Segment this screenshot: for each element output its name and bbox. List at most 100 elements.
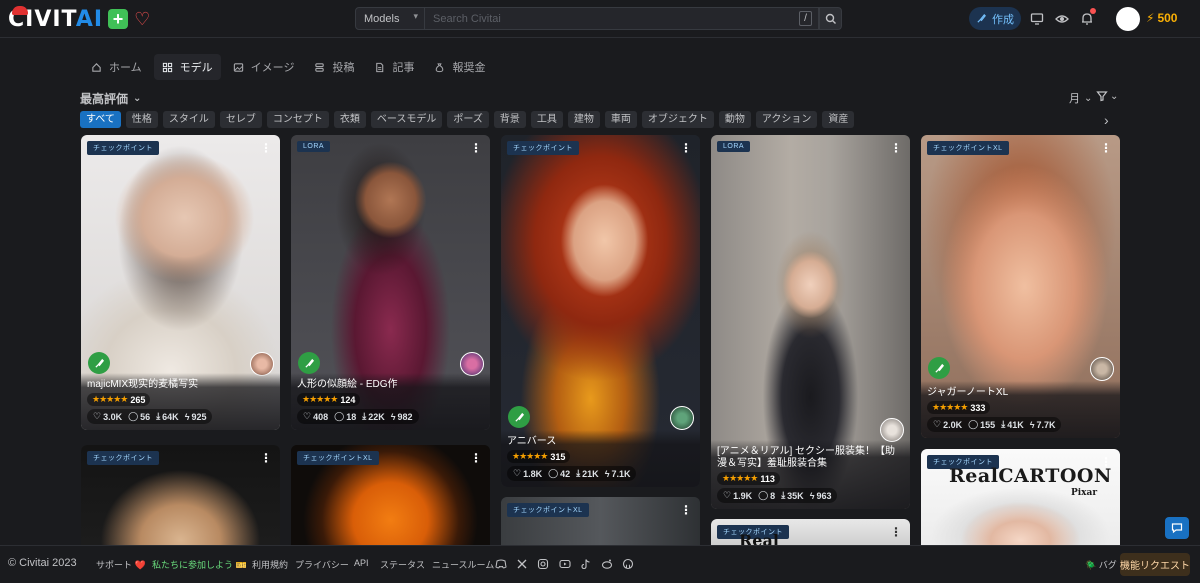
- search-scope-select[interactable]: Models ▾: [355, 7, 425, 30]
- model-card[interactable]: チェックポイント ⋮: [81, 445, 280, 545]
- downloads-stat: ⤓ 21K: [576, 468, 599, 479]
- model-stats: ♡ 1.8K ◯ 42 ⤓ 21K ϟ 7.1K: [507, 466, 637, 481]
- model-stats: ♡ 3.0K ◯ 56 ⤓ 64K ϟ 925: [87, 409, 213, 424]
- period-dropdown[interactable]: 月 ⌄: [1069, 90, 1092, 106]
- chip-tool[interactable]: 工具: [530, 111, 563, 128]
- more-options-icon[interactable]: ⋮: [470, 452, 482, 464]
- chat-button[interactable]: [1165, 517, 1189, 539]
- chips-scroll-right-icon[interactable]: ›: [1104, 112, 1109, 128]
- footer-support-link[interactable]: サポート ❤️: [96, 558, 146, 571]
- more-options-icon[interactable]: ⋮: [1100, 456, 1112, 468]
- creator-avatar[interactable]: [670, 406, 694, 430]
- model-link-button[interactable]: [88, 352, 110, 374]
- filter-button[interactable]: ⌄: [1096, 90, 1118, 102]
- chip-vehicle[interactable]: 車両: [604, 111, 637, 128]
- tab-images[interactable]: イメージ: [225, 54, 303, 80]
- sort-label: 最高評価: [80, 92, 129, 106]
- footer-bug-link[interactable]: 🪲 バグ: [1085, 558, 1117, 571]
- more-options-icon[interactable]: ⋮: [260, 452, 272, 464]
- more-options-icon[interactable]: ⋮: [260, 142, 272, 154]
- tab-home-label: ホーム: [109, 62, 142, 74]
- model-card[interactable]: チェックポイントXL ⋮: [501, 497, 700, 545]
- footer-privacy-link[interactable]: プライバシー: [295, 558, 349, 571]
- chip-objects[interactable]: オブジェクト: [641, 111, 714, 128]
- footer-newsroom-link[interactable]: ニュースルーム: [432, 558, 494, 571]
- tab-articles[interactable]: 記事: [366, 54, 422, 80]
- reddit-icon[interactable]: [601, 558, 613, 570]
- download-icon: ⤓: [1001, 419, 1006, 429]
- github-icon[interactable]: [622, 558, 634, 570]
- model-card[interactable]: チェックポイント RealCARTOON Pixar ⋮: [921, 449, 1120, 545]
- likes-stat: ♡ 1.9K: [723, 490, 753, 501]
- lightning-icon: ⚡: [1146, 11, 1155, 25]
- more-options-icon[interactable]: ⋮: [680, 504, 692, 516]
- chip-all[interactable]: すべて: [80, 111, 121, 128]
- chip-celebrity[interactable]: セレブ: [219, 111, 262, 128]
- tab-articles-label: 記事: [392, 62, 415, 74]
- tab-home[interactable]: ホーム: [83, 54, 150, 80]
- model-type-badge: LORA: [297, 141, 331, 152]
- buzz-balance[interactable]: ⚡ 500: [1146, 11, 1177, 25]
- model-card[interactable]: LORA ⋮ 人形の似顔絵 - EDG作 ★★★★★ 124 ♡ 408 ◯ 18 ⤓…: [291, 135, 490, 430]
- more-options-icon[interactable]: ⋮: [680, 142, 692, 154]
- model-card[interactable]: チェックポイント ⋮ アニバース ★★★★★ 315 ♡ 1.8K ◯ 42 ⤓ 21K…: [501, 135, 700, 487]
- heart-icon: ♡: [723, 490, 732, 500]
- notifications-button[interactable]: [1078, 8, 1096, 28]
- monitor-upload-button[interactable]: [1028, 10, 1046, 28]
- feature-request-button[interactable]: 機能リクエスト: [1120, 553, 1190, 576]
- user-avatar[interactable]: [1116, 7, 1140, 31]
- chip-animal[interactable]: 動物: [718, 111, 751, 128]
- footer-join-link[interactable]: 私たちに参加しよう 🎫: [152, 558, 247, 571]
- search-shortcut-kbd: /: [799, 11, 812, 26]
- model-card[interactable]: チェックポイントXL ⋮: [291, 445, 490, 545]
- search-input[interactable]: Search Civitai /: [425, 7, 819, 30]
- tab-models[interactable]: モデル: [153, 54, 221, 80]
- sort-dropdown[interactable]: 最高評価 ⌄: [80, 90, 141, 107]
- star-icon: ★★★★★: [932, 402, 968, 412]
- creator-avatar[interactable]: [880, 418, 904, 442]
- model-link-button[interactable]: [928, 357, 950, 379]
- youtube-icon[interactable]: [559, 558, 571, 570]
- model-link-button[interactable]: [508, 406, 530, 428]
- chip-buildings[interactable]: 建物: [567, 111, 600, 128]
- chip-background[interactable]: 背景: [493, 111, 526, 128]
- chip-action[interactable]: アクション: [755, 111, 818, 128]
- model-card[interactable]: チェックポイント Real ⋮: [711, 519, 910, 545]
- footer-status-link[interactable]: ステータス: [380, 558, 425, 571]
- buzz-stat: ϟ 925: [184, 411, 207, 422]
- model-card[interactable]: チェックポイントXL ⋮ ジャガーノートXL ★★★★★ 333 ♡ 2.0K ◯ 1…: [921, 135, 1120, 438]
- discord-icon[interactable]: [495, 558, 507, 570]
- civitai-logo[interactable]: CIVITAI + ♡: [8, 4, 150, 34]
- chip-base-model[interactable]: ベースモデル: [370, 111, 443, 128]
- model-card[interactable]: チェックポイント ⋮ majicMIX现实的麦橘写实 ★★★★★ 265 ♡ 3.0…: [81, 135, 280, 430]
- more-options-icon[interactable]: ⋮: [1100, 142, 1112, 154]
- model-link-button[interactable]: [298, 352, 320, 374]
- tab-posts[interactable]: 投稿: [306, 54, 362, 80]
- tiktok-icon[interactable]: [580, 558, 592, 570]
- creator-avatar[interactable]: [1090, 357, 1114, 381]
- more-options-icon[interactable]: ⋮: [890, 142, 902, 154]
- home-icon: [92, 62, 101, 72]
- chip-concept[interactable]: コンセプト: [266, 111, 329, 128]
- chip-character[interactable]: 性格: [125, 111, 158, 128]
- model-card[interactable]: LORA ⋮ [アニメ＆リアル] セクシー服装集！【助漫＆写实】羞耻服装合集 ★…: [711, 135, 910, 509]
- footer-terms-link[interactable]: 利用規約: [252, 558, 288, 571]
- downloads-stat: ⤓ 35K: [781, 490, 804, 501]
- chip-style[interactable]: スタイル: [162, 111, 215, 128]
- x-twitter-icon[interactable]: [516, 558, 528, 570]
- chip-pose[interactable]: ポーズ: [447, 111, 489, 128]
- chip-clothing[interactable]: 衣類: [333, 111, 366, 128]
- comment-icon: ◯: [758, 490, 769, 500]
- create-button[interactable]: 作成: [969, 7, 1021, 30]
- search-button[interactable]: [819, 7, 842, 30]
- tab-bounties[interactable]: 報奨金: [426, 54, 493, 80]
- instagram-icon[interactable]: [537, 558, 549, 570]
- footer-api-link[interactable]: API: [354, 558, 369, 568]
- logo-ai-text: AI: [75, 6, 104, 32]
- more-options-icon[interactable]: ⋮: [470, 142, 482, 154]
- star-icon: ★★★★★: [512, 451, 548, 461]
- more-options-icon[interactable]: ⋮: [890, 526, 902, 538]
- chip-assets[interactable]: 資産: [822, 111, 855, 128]
- visibility-toggle-button[interactable]: [1053, 10, 1071, 28]
- heart-icon[interactable]: ♡: [134, 9, 150, 30]
